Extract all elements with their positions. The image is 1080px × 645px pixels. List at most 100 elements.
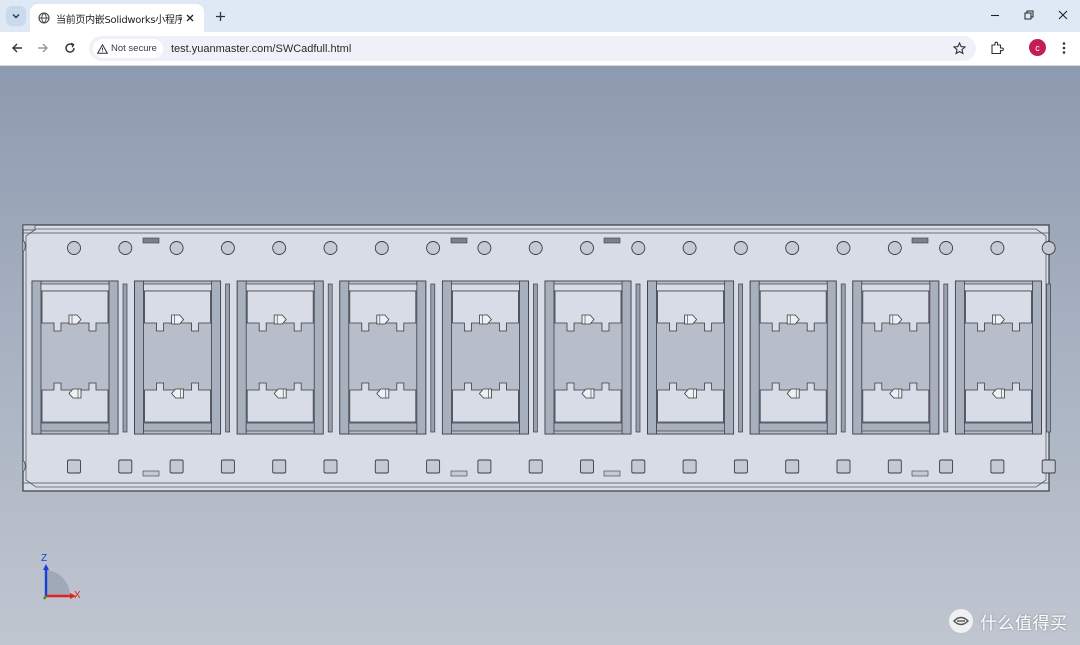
separator-bar <box>840 283 846 433</box>
side-rail <box>852 280 863 435</box>
bottom-clip-bar <box>758 422 828 432</box>
minimize-icon[interactable] <box>981 4 1009 26</box>
side-rail <box>1032 280 1042 435</box>
square-hole <box>887 459 902 474</box>
mounting-hole <box>426 241 441 255</box>
square-hole <box>67 459 81 474</box>
tray-model[interactable] <box>0 66 1080 645</box>
forward-arrow-icon[interactable] <box>32 37 54 59</box>
address-bar[interactable]: Not secure test.yuanmaster.com/SWCadfull… <box>89 36 976 61</box>
watermark: 什么值得买 <box>948 608 1068 634</box>
mounting-hole <box>1041 241 1056 255</box>
bottom-clip-bar <box>143 422 212 432</box>
more-menu-icon[interactable] <box>1054 38 1074 58</box>
mounting-hole <box>733 241 748 255</box>
top-clip-bar <box>758 283 828 292</box>
top-clip-bar <box>451 283 520 292</box>
bottom-clip-bar <box>656 422 725 432</box>
side-rail <box>416 280 427 435</box>
side-rail <box>31 280 42 435</box>
bottom-clip-bar <box>553 422 623 432</box>
top-clip-bar <box>348 283 418 292</box>
top-clip-bar <box>861 283 931 292</box>
reload-icon[interactable] <box>59 37 81 59</box>
square-hole <box>785 459 800 474</box>
square-hole <box>220 459 235 474</box>
square-hole <box>118 459 133 474</box>
tray-cell <box>852 280 949 435</box>
watermark-logo-icon <box>948 608 974 634</box>
square-hole <box>426 459 441 474</box>
tray-cell <box>749 280 846 435</box>
tray-cell <box>236 280 333 435</box>
side-rail <box>339 280 350 435</box>
cad-viewport[interactable]: Z X 什么值得买 <box>0 66 1080 645</box>
side-rail <box>621 280 632 435</box>
bottom-slot <box>911 470 929 477</box>
mounting-hole <box>67 241 81 255</box>
separator-bar <box>943 283 949 433</box>
mounting-hole <box>631 241 646 255</box>
side-rail <box>441 280 452 435</box>
square-hole <box>580 459 594 474</box>
mounting-hole <box>836 241 851 255</box>
bottom-clip-bar <box>348 422 418 432</box>
square-hole <box>528 459 543 474</box>
restore-icon[interactable] <box>1015 4 1043 26</box>
separator-bar <box>533 283 538 433</box>
square-hole <box>631 459 646 474</box>
square-hole <box>477 459 492 474</box>
security-label: Not secure <box>111 43 157 54</box>
tray-cell <box>31 280 128 435</box>
plus-icon[interactable] <box>210 6 230 26</box>
mounting-hole <box>374 241 389 255</box>
separator-bar <box>430 283 436 433</box>
mounting-hole <box>118 241 133 255</box>
site-info-button[interactable]: Not secure <box>93 39 163 58</box>
mounting-hole <box>887 241 902 255</box>
tray-cell <box>134 280 230 435</box>
tray-cell <box>544 280 641 435</box>
square-hole <box>990 459 1005 474</box>
top-slot <box>450 237 468 244</box>
star-icon[interactable] <box>951 40 968 57</box>
square-hole <box>733 459 748 474</box>
side-rail <box>519 280 529 435</box>
tray-cell <box>441 280 538 435</box>
close-window-icon[interactable] <box>1049 4 1077 26</box>
bottom-clip-bar <box>964 422 1033 432</box>
mounting-hole <box>477 241 492 255</box>
top-slot <box>603 237 621 244</box>
side-rail <box>313 280 324 435</box>
url-text[interactable]: test.yuanmaster.com/SWCadfull.html <box>171 43 351 55</box>
bottom-slot <box>142 470 160 477</box>
browser-tab[interactable]: 当前页内嵌Solidworks小程序演示 <box>30 4 204 32</box>
mounting-hole <box>785 241 800 255</box>
separator-bar <box>327 283 333 433</box>
mounting-hole <box>220 241 235 255</box>
side-rail <box>826 280 837 435</box>
extensions-icon[interactable] <box>987 38 1007 58</box>
close-icon[interactable] <box>182 10 198 26</box>
side-rail <box>108 280 119 435</box>
tab-search-icon[interactable] <box>6 6 26 26</box>
square-hole <box>169 459 184 474</box>
watermark-text: 什么值得买 <box>980 613 1068 634</box>
browser-toolbar: Not secure test.yuanmaster.com/SWCadfull… <box>0 32 1080 66</box>
side-rail <box>134 280 145 435</box>
side-rail <box>749 280 760 435</box>
tray-cell <box>954 280 1051 435</box>
side-rail <box>211 280 222 435</box>
square-hole <box>939 459 954 474</box>
top-clip-bar <box>143 283 212 292</box>
top-clip-bar <box>964 283 1033 292</box>
globe-icon <box>38 9 50 28</box>
separator-bar <box>225 283 230 433</box>
tray-cell <box>339 280 436 435</box>
square-hole <box>682 459 697 474</box>
top-clip-bar <box>40 283 110 292</box>
mounting-hole <box>323 241 338 255</box>
back-arrow-icon[interactable] <box>6 37 28 59</box>
avatar[interactable]: c <box>1029 39 1046 56</box>
mounting-hole <box>169 241 184 255</box>
